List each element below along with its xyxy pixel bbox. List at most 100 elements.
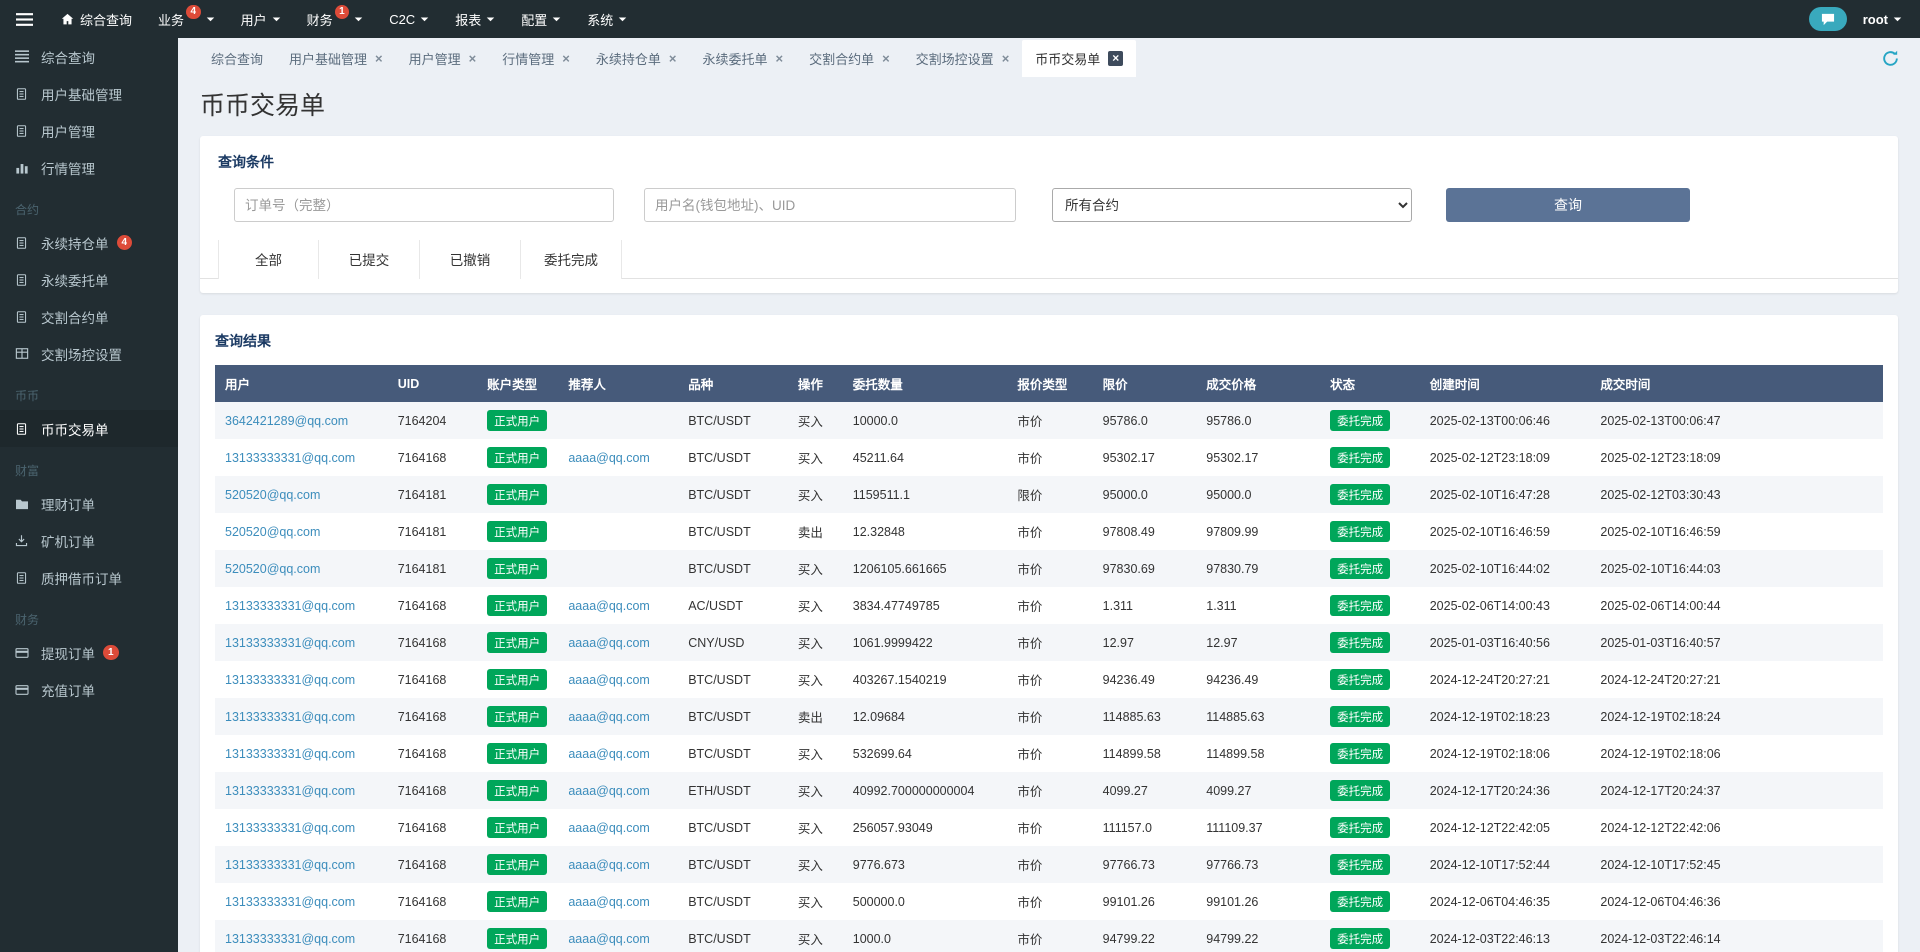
close-icon[interactable]: × <box>775 52 783 65</box>
tab-6[interactable]: 交割合约单× <box>796 40 903 77</box>
sidebar-item-1[interactable]: 用户基础管理 <box>0 75 178 112</box>
nav-item-3[interactable]: 财务1 <box>294 0 377 38</box>
uid-cell: 7164168 <box>388 735 477 772</box>
nav-item-7[interactable]: 系统 <box>574 0 640 38</box>
nav-item-2[interactable]: 用户 <box>228 0 294 38</box>
symbol-cell: BTC/USDT <box>678 920 788 952</box>
referrer-link[interactable]: aaaa@qq.com <box>568 673 650 687</box>
tab-2[interactable]: 用户管理× <box>396 40 490 77</box>
column-header: 品种 <box>678 365 788 402</box>
tab-0[interactable]: 综合查询 <box>198 40 276 77</box>
sidebar-item-10[interactable]: 币币交易单 <box>0 410 178 447</box>
tab-4[interactable]: 永续持仓单× <box>583 40 690 77</box>
side-cell: 买入 <box>788 587 843 624</box>
created-time-cell: 2024-12-03T22:46:13 <box>1420 920 1591 952</box>
user-link[interactable]: 13133333331@qq.com <box>225 636 355 650</box>
sidebar-item-5[interactable]: 永续持仓单4 <box>0 224 178 261</box>
referrer-link[interactable]: aaaa@qq.com <box>568 858 650 872</box>
sidebar-section-label: 币币 <box>0 372 178 410</box>
order-number-input[interactable] <box>234 188 614 222</box>
user-link[interactable]: 13133333331@qq.com <box>225 858 355 872</box>
tab-1[interactable]: 用户基础管理 × <box>276 40 396 77</box>
user-link[interactable]: 13133333331@qq.com <box>225 710 355 724</box>
close-icon[interactable]: × <box>1108 51 1123 66</box>
tab-5[interactable]: 永续委托单× <box>689 40 796 77</box>
referrer-link[interactable]: aaaa@qq.com <box>568 784 650 798</box>
filter-tab-2[interactable]: 已撤销 <box>420 240 521 279</box>
sidebar-item-16[interactable]: 提现订单1 <box>0 634 178 671</box>
deal-price-cell: 114885.63 <box>1196 698 1320 735</box>
sidebar-item-0[interactable]: 综合查询 <box>0 38 178 75</box>
tab-7[interactable]: 交割场控设置× <box>903 40 1023 77</box>
username-input[interactable] <box>644 188 1016 222</box>
user-link[interactable]: 13133333331@qq.com <box>225 673 355 687</box>
open-tabs-bar: 综合查询用户基础管理×用户管理×行情管理×永续持仓单×永续委托单×交割合约单×交… <box>198 38 1900 78</box>
referrer-link[interactable]: aaaa@qq.com <box>568 747 650 761</box>
chart-icon <box>15 161 32 174</box>
sidebar-item-14[interactable]: 质押借币订单 <box>0 559 178 596</box>
nav-item-1[interactable]: 业务4 <box>145 0 228 38</box>
user-cell: 520520@qq.com <box>215 476 388 513</box>
referrer-link[interactable]: aaaa@qq.com <box>568 932 650 946</box>
close-icon[interactable]: × <box>669 52 677 65</box>
top-navbar: 综合查询业务4用户财务1C2C报表配置系统 root <box>0 0 1920 38</box>
contract-select[interactable]: 所有合约 <box>1052 188 1412 222</box>
account-type-cell: 正式用户 <box>477 772 558 809</box>
account-type-badge: 正式用户 <box>487 447 547 468</box>
sidebar-item-8[interactable]: 交割场控设置 <box>0 335 178 372</box>
referrer-link[interactable]: aaaa@qq.com <box>568 710 650 724</box>
price-type-cell: 市价 <box>1007 624 1092 661</box>
referrer-link[interactable]: aaaa@qq.com <box>568 636 650 650</box>
sidebar-item-13[interactable]: 矿机订单 <box>0 522 178 559</box>
column-header: 成交时间 <box>1590 365 1761 402</box>
close-icon[interactable]: × <box>882 52 890 65</box>
filter-tab-3[interactable]: 委托完成 <box>521 240 622 279</box>
referrer-link[interactable]: aaaa@qq.com <box>568 451 650 465</box>
nav-item-5[interactable]: 报表 <box>442 0 508 38</box>
close-icon[interactable]: × <box>562 52 570 65</box>
amount-cell: 1159511.1 <box>843 476 1008 513</box>
sidebar-item-3[interactable]: 行情管理 <box>0 149 178 186</box>
tab-8[interactable]: 币币交易单× <box>1022 40 1136 77</box>
amount-cell: 256057.93049 <box>843 809 1008 846</box>
sidebar-item-12[interactable]: 理财订单 <box>0 485 178 522</box>
filter-tab-1[interactable]: 已提交 <box>319 240 420 279</box>
nav-item-4[interactable]: C2C <box>376 0 442 38</box>
user-link[interactable]: 13133333331@qq.com <box>225 821 355 835</box>
status-cell: 委托完成 <box>1320 587 1420 624</box>
sidebar-item-6[interactable]: 永续委托单 <box>0 261 178 298</box>
search-button[interactable]: 查询 <box>1446 188 1690 222</box>
sidebar-item-7[interactable]: 交割合约单 <box>0 298 178 335</box>
user-link[interactable]: 13133333331@qq.com <box>225 784 355 798</box>
nav-item-6[interactable]: 配置 <box>508 0 574 38</box>
hamburger-menu-button[interactable] <box>0 0 48 38</box>
user-link[interactable]: 520520@qq.com <box>225 525 320 539</box>
user-link[interactable]: 13133333331@qq.com <box>225 932 355 946</box>
user-link[interactable]: 13133333331@qq.com <box>225 599 355 613</box>
user-link[interactable]: 520520@qq.com <box>225 562 320 576</box>
close-icon[interactable]: × <box>469 52 477 65</box>
tab-3[interactable]: 行情管理× <box>489 40 583 77</box>
refresh-button[interactable] <box>1881 49 1900 68</box>
created-time-cell: 2024-12-12T22:42:05 <box>1420 809 1591 846</box>
referrer-link[interactable]: aaaa@qq.com <box>568 895 650 909</box>
tab-label: 用户基础管理 <box>289 49 367 68</box>
status-badge: 委托完成 <box>1330 410 1390 431</box>
filter-tab-0[interactable]: 全部 <box>218 240 319 279</box>
sidebar-item-2[interactable]: 用户管理 <box>0 112 178 149</box>
close-icon[interactable]: × <box>1002 52 1010 65</box>
main-content: 综合查询用户基础管理×用户管理×行情管理×永续持仓单×永续委托单×交割合约单×交… <box>178 38 1920 952</box>
price-type-cell: 市价 <box>1007 661 1092 698</box>
messages-button[interactable] <box>1809 7 1847 31</box>
referrer-link[interactable]: aaaa@qq.com <box>568 821 650 835</box>
close-icon[interactable]: × <box>375 52 383 65</box>
sidebar-item-17[interactable]: 充值订单 <box>0 671 178 708</box>
user-link[interactable]: 520520@qq.com <box>225 488 320 502</box>
referrer-link[interactable]: aaaa@qq.com <box>568 599 650 613</box>
nav-item-0[interactable]: 综合查询 <box>48 0 145 38</box>
user-link[interactable]: 13133333331@qq.com <box>225 895 355 909</box>
user-menu[interactable]: root <box>1863 12 1902 27</box>
user-link[interactable]: 13133333331@qq.com <box>225 451 355 465</box>
user-link[interactable]: 13133333331@qq.com <box>225 747 355 761</box>
user-link[interactable]: 3642421289@qq.com <box>225 414 348 428</box>
